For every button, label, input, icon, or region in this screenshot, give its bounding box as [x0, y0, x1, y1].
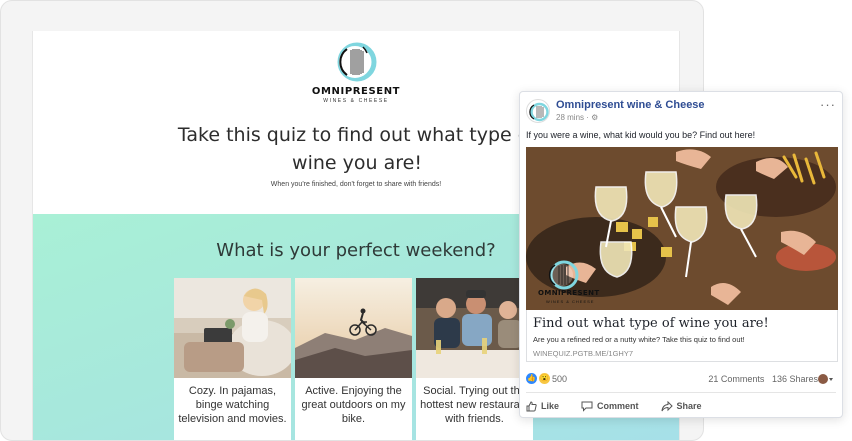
omnipresent-logo-icon — [529, 102, 549, 122]
answer-caption-cozy: Cozy. In pajamas, binge watching televis… — [178, 385, 287, 425]
link-preview[interactable]: Find out what type of wine you are! Are … — [526, 310, 838, 362]
share-label: Share — [676, 401, 702, 411]
reaction-summary[interactable]: 👍 😮 500 — [526, 373, 567, 384]
image-brand-name: OMNIPRESENT — [538, 289, 600, 297]
comment-button[interactable]: Comment — [581, 397, 639, 415]
post-actions: Like Comment Share — [526, 397, 836, 415]
comments-count[interactable]: 21 Comments — [708, 374, 764, 384]
post-text: If you were a wine, what kid would you b… — [526, 130, 756, 140]
actions-divider — [526, 392, 836, 393]
answer-option-active[interactable]: Active. Enjoying the great outdoors on m… — [295, 278, 412, 440]
post-timestamp: 28 mins · ⚙ — [556, 113, 599, 122]
image-brand-subtitle: WINES & CHEESE — [546, 299, 595, 304]
comment-icon — [581, 401, 593, 412]
shares-count[interactable]: 136 Shares — [772, 374, 818, 384]
post-stats: 👍 😮 500 21 Comments 136 Shares — [526, 373, 834, 387]
restaurant-photo-image — [416, 278, 533, 378]
page-name-link[interactable]: Omnipresent wine & Cheese — [556, 99, 705, 111]
cozy-photo-image — [174, 278, 291, 378]
omnipresent-logo-icon — [337, 42, 377, 82]
viewer-avatar-icon — [818, 374, 833, 384]
page-avatar[interactable] — [526, 99, 550, 123]
answer-caption-active: Active. Enjoying the great outdoors on m… — [301, 385, 406, 425]
viewer-avatar-dropdown[interactable] — [818, 373, 834, 387]
share-button[interactable]: Share — [661, 397, 702, 415]
bike-photo-image — [295, 278, 412, 378]
comment-label: Comment — [597, 401, 639, 411]
post-header: Omnipresent wine & Cheese 28 mins · ⚙ ··… — [526, 97, 836, 127]
answer-photo-cozy — [174, 278, 291, 378]
like-label: Like — [541, 401, 560, 411]
like-reaction-icon: 👍 — [526, 373, 537, 384]
engagement-counts: 21 Comments 136 Shares — [708, 374, 818, 384]
answer-caption-social: Social. Trying out the hottest new resta… — [420, 385, 529, 425]
answer-option-cozy[interactable]: Cozy. In pajamas, binge watching televis… — [174, 278, 291, 440]
link-title: Find out what type of wine you are! — [533, 316, 769, 331]
like-button[interactable]: Like — [526, 397, 559, 415]
wine-toast-photo-image — [526, 147, 838, 310]
wow-reaction-icon: 😮 — [539, 373, 550, 384]
answer-option-social[interactable]: Social. Trying out the hottest new resta… — [416, 278, 533, 440]
image-brand-overlay — [548, 260, 579, 290]
post-link-image[interactable]: OMNIPRESENT WINES & CHEESE — [526, 147, 838, 310]
quiz-title: Take this quiz to find out what type of … — [177, 124, 537, 174]
share-icon — [661, 400, 673, 411]
more-options-icon[interactable]: ··· — [820, 97, 836, 112]
answer-photo-social — [416, 278, 533, 378]
facebook-post-card: Omnipresent wine & Cheese 28 mins · ⚙ ··… — [519, 91, 843, 418]
chevron-down-icon — [829, 378, 833, 381]
answer-photo-active — [295, 278, 412, 378]
thumbs-up-icon — [526, 400, 537, 411]
link-description: Are you a refined red or a nutty white? … — [533, 335, 745, 344]
link-url: WINEQUIZ.PGTB.ME/1GHY7 — [533, 349, 634, 358]
reaction-count: 500 — [552, 373, 568, 384]
